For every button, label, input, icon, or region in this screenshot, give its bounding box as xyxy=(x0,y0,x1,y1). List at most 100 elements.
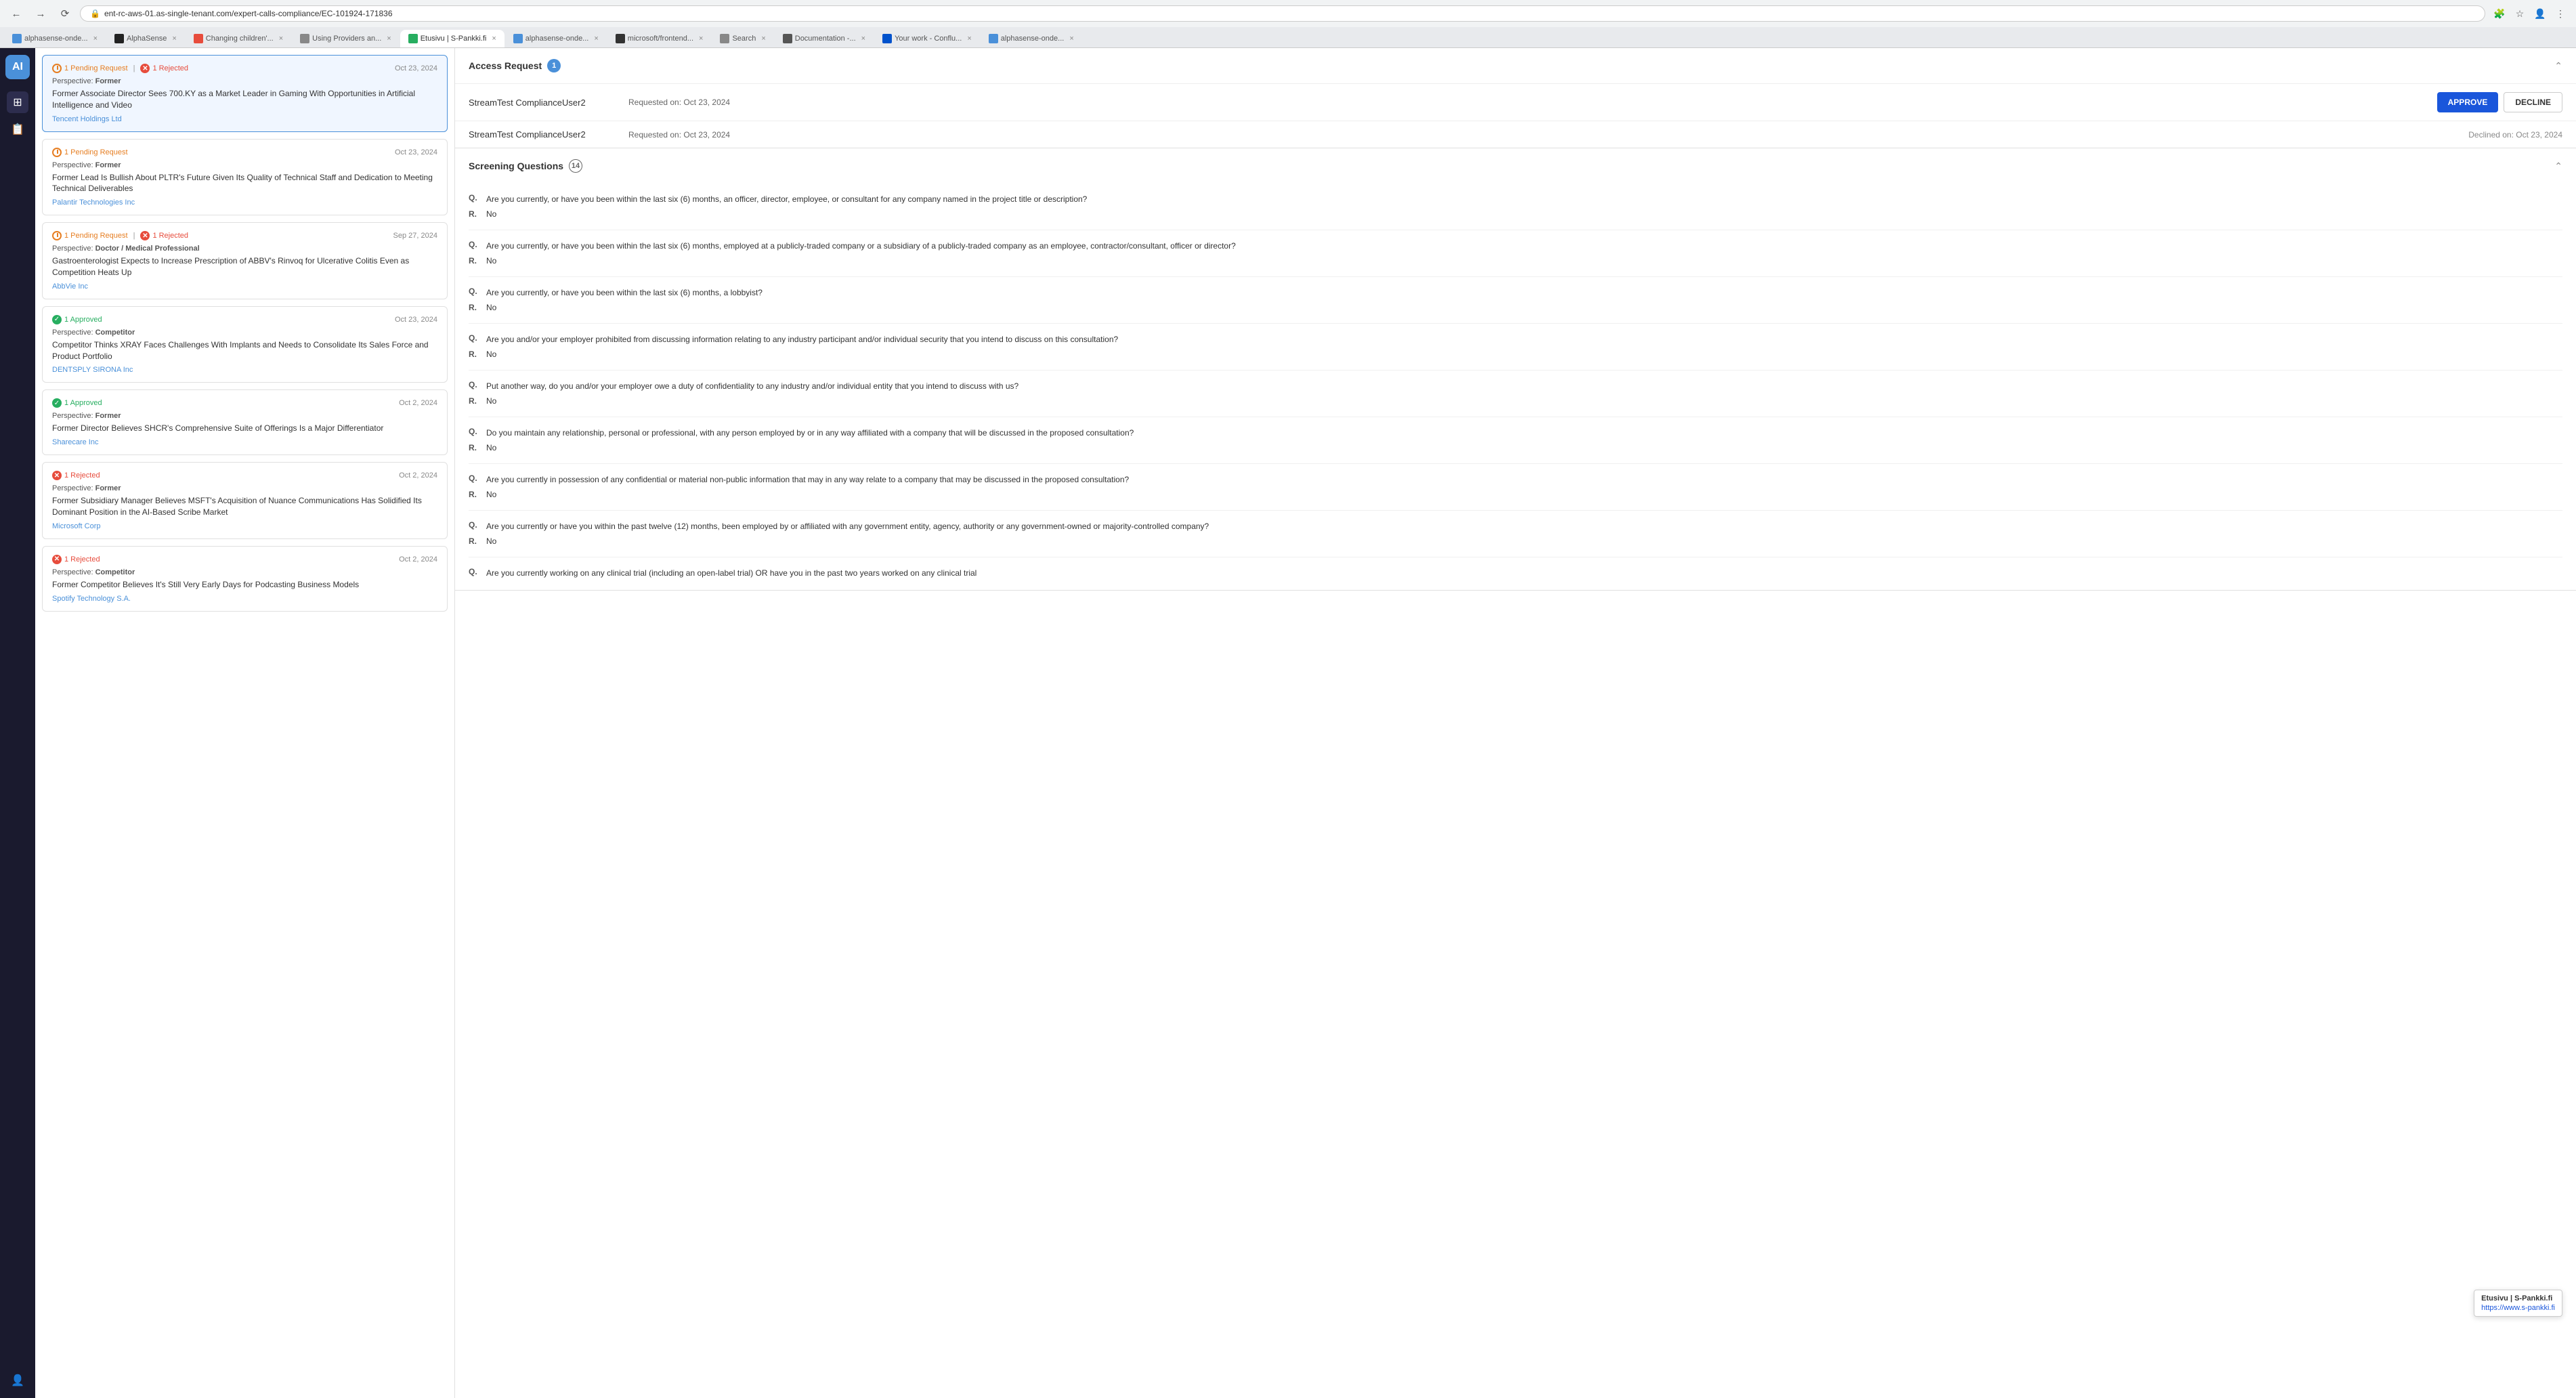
call-company: Palantir Technologies Inc xyxy=(52,198,437,207)
access-request-name: StreamTest ComplianceUser2 xyxy=(469,98,618,108)
answer-text: No xyxy=(486,303,496,312)
question-text: Are you currently in possession of any c… xyxy=(486,473,1129,486)
qa-item: Q. Put another way, do you and/or your e… xyxy=(469,370,2562,406)
call-perspective: Perspective: Former xyxy=(52,484,437,492)
browser-tab[interactable]: microsoft/frontend...× xyxy=(607,30,712,47)
answer-text: No xyxy=(486,256,496,266)
screening-questions-count: 14 xyxy=(569,159,582,173)
browser-tab[interactable]: alphasense-onde...× xyxy=(4,30,106,47)
call-card-header: ✕ 1 Rejected Oct 2, 2024 xyxy=(52,471,437,480)
sidebar-icon-grid[interactable]: ⊞ xyxy=(7,91,28,113)
call-card-header: ✓ 1 Approved Oct 2, 2024 xyxy=(52,398,437,408)
address-bar[interactable]: 🔒 ent-rc-aws-01.as-single-tenant.com/exp… xyxy=(80,5,2485,22)
access-request-actions: APPROVE DECLINE xyxy=(2437,92,2562,112)
answer-text: No xyxy=(486,490,496,499)
pending-badge: 1 Pending Request xyxy=(52,231,128,240)
question-text: Are you currently or have you within the… xyxy=(486,520,1209,532)
qa-item: Q. Are you currently, or have you been w… xyxy=(469,184,2562,219)
rejected-badge: ✕ 1 Rejected xyxy=(140,64,188,73)
screening-questions-header[interactable]: Screening Questions 14 ⌃ xyxy=(455,148,2576,184)
question-row: Q. Put another way, do you and/or your e… xyxy=(469,380,2562,392)
call-card-badges: ✓ 1 Approved xyxy=(52,315,102,324)
screening-questions-section: Screening Questions 14 ⌃ Q. Are you curr… xyxy=(455,148,2576,591)
access-request-name: StreamTest ComplianceUser2 xyxy=(469,129,618,140)
pending-icon xyxy=(52,64,62,73)
menu-button[interactable]: ⋮ xyxy=(2552,5,2569,22)
sidebar-icon-list[interactable]: 📋 xyxy=(7,119,28,140)
call-company: Sharecare Inc xyxy=(52,438,437,446)
call-date: Oct 23, 2024 xyxy=(395,64,437,72)
tabs-row: alphasense-onde...×AlphaSense×Changing c… xyxy=(0,27,2576,47)
access-request-title: Access Request 1 xyxy=(469,59,561,72)
question-row: Q. Are you and/or your employer prohibit… xyxy=(469,333,2562,345)
call-title: Former Subsidiary Manager Believes MSFT'… xyxy=(52,495,437,518)
call-card-header: ✓ 1 Approved Oct 23, 2024 xyxy=(52,315,437,324)
browser-tab[interactable]: Search× xyxy=(712,30,773,47)
call-perspective: Perspective: Former xyxy=(52,412,437,420)
rejected-icon: ✕ xyxy=(52,471,62,480)
call-company: Microsoft Corp xyxy=(52,522,437,530)
url-text: ent-rc-aws-01.as-single-tenant.com/exper… xyxy=(104,9,2475,18)
screening-questions-list: Q. Are you currently, or have you been w… xyxy=(455,184,2576,579)
qa-item: Q. Are you currently working on any clin… xyxy=(469,557,2562,579)
forward-button[interactable]: → xyxy=(31,4,50,23)
back-button[interactable]: ← xyxy=(7,4,26,23)
q-label: Q. xyxy=(469,240,479,252)
approved-badge: ✓ 1 Approved xyxy=(52,315,102,324)
call-card[interactable]: ✓ 1 Approved Oct 23, 2024 Perspective: C… xyxy=(42,306,448,383)
question-text: Are you currently, or have you been with… xyxy=(486,193,1087,205)
r-label: R. xyxy=(469,256,479,266)
profile-button[interactable]: 👤 xyxy=(2531,5,2549,22)
main-content: 1 Pending Request | ✕ 1 Rejected Oct 23,… xyxy=(35,48,2576,1398)
call-company: Spotify Technology S.A. xyxy=(52,595,437,603)
browser-chrome: ← → ⟳ 🔒 ent-rc-aws-01.as-single-tenant.c… xyxy=(0,0,2576,48)
browser-tab[interactable]: Etusivu | S-Pankki.fi× xyxy=(400,30,505,47)
browser-tab[interactable]: Your work - Conflu...× xyxy=(874,30,980,47)
extensions-button[interactable]: 🧩 xyxy=(2491,5,2508,22)
question-text: Do you maintain any relationship, person… xyxy=(486,427,1134,439)
r-label: R. xyxy=(469,443,479,452)
call-title: Former Associate Director Sees 700.KY as… xyxy=(52,88,437,111)
bookmark-button[interactable]: ☆ xyxy=(2511,5,2529,22)
call-card[interactable]: 1 Pending Request | ✕ 1 Rejected Sep 27,… xyxy=(42,222,448,299)
sidebar-logo: AI xyxy=(5,55,30,79)
call-card-header: 1 Pending Request Oct 23, 2024 xyxy=(52,148,437,157)
browser-tab[interactable]: Documentation -...× xyxy=(775,30,874,47)
perspective-value: Competitor xyxy=(95,329,135,337)
browser-icons: 🧩 ☆ 👤 ⋮ xyxy=(2491,5,2569,22)
question-row: Q. Are you currently, or have you been w… xyxy=(469,240,2562,252)
call-card[interactable]: ✕ 1 Rejected Oct 2, 2024 Perspective: Co… xyxy=(42,546,448,612)
browser-tab[interactable]: alphasense-onde...× xyxy=(981,30,1082,47)
decline-button[interactable]: DECLINE xyxy=(2504,92,2562,112)
rejected-icon: ✕ xyxy=(52,555,62,564)
call-title: Former Director Believes SHCR's Comprehe… xyxy=(52,423,437,434)
pending-icon xyxy=(52,148,62,157)
access-request-header[interactable]: Access Request 1 ⌃ xyxy=(455,48,2576,83)
browser-tab[interactable]: Changing children'...× xyxy=(186,30,291,47)
reload-button[interactable]: ⟳ xyxy=(56,4,74,23)
r-label: R. xyxy=(469,209,479,219)
call-card-badges: 1 Pending Request | ✕ 1 Rejected xyxy=(52,231,188,240)
browser-tab[interactable]: alphasense-onde...× xyxy=(505,30,607,47)
badge-separator: | xyxy=(133,232,135,240)
browser-tab[interactable]: Using Providers an...× xyxy=(292,30,400,47)
question-row: Q. Are you currently or have you within … xyxy=(469,520,2562,532)
answer-row: R. No xyxy=(469,303,2562,312)
rejected-badge: ✕ 1 Rejected xyxy=(52,471,100,480)
access-request-date: Requested on: Oct 23, 2024 xyxy=(628,130,2457,140)
call-perspective: Perspective: Competitor xyxy=(52,568,437,576)
right-panel: Access Request 1 ⌃ StreamTest Compliance… xyxy=(455,48,2576,1398)
call-card[interactable]: ✕ 1 Rejected Oct 2, 2024 Perspective: Fo… xyxy=(42,462,448,539)
browser-tab[interactable]: AlphaSense× xyxy=(106,30,185,47)
approve-button[interactable]: APPROVE xyxy=(2437,92,2499,112)
r-label: R. xyxy=(469,490,479,499)
call-card[interactable]: 1 Pending Request | ✕ 1 Rejected Oct 23,… xyxy=(42,55,448,132)
screening-questions-title: Screening Questions 14 xyxy=(469,159,582,173)
r-label: R. xyxy=(469,536,479,546)
call-card[interactable]: 1 Pending Request Oct 23, 2024 Perspecti… xyxy=(42,139,448,216)
call-card[interactable]: ✓ 1 Approved Oct 2, 2024 Perspective: Fo… xyxy=(42,389,448,455)
call-perspective: Perspective: Doctor / Medical Profession… xyxy=(52,245,437,253)
sidebar-icon-user[interactable]: 👤 xyxy=(7,1370,28,1391)
call-title: Gastroenterologist Expects to Increase P… xyxy=(52,255,437,278)
perspective-value: Former xyxy=(95,77,121,85)
